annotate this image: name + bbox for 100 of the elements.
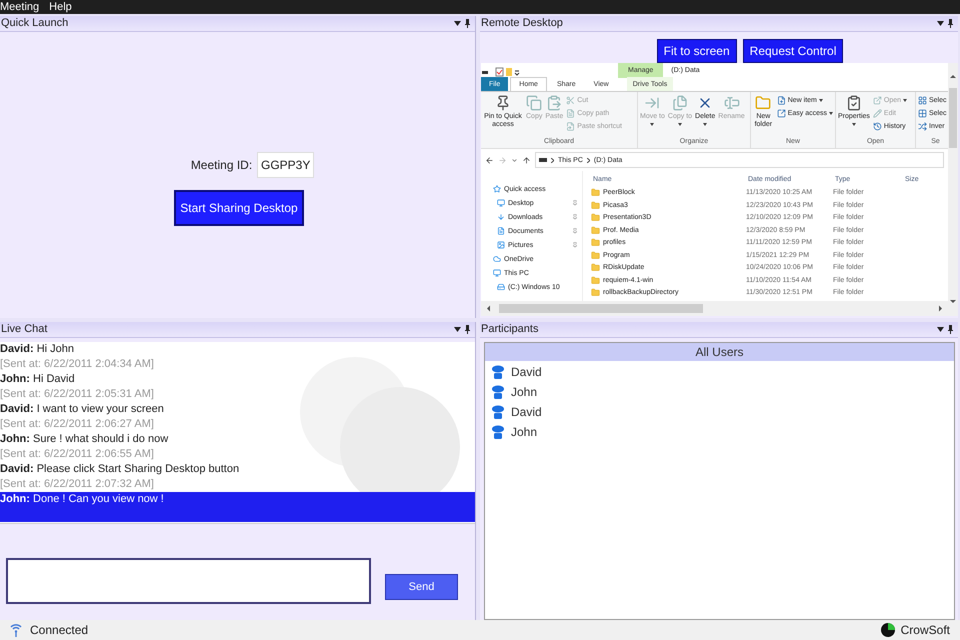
message-text: John: Sure ! what should i do now <box>0 432 168 447</box>
chat-message[interactable]: David: Hi John [Sent at: 6/22/2011 2:04:34 AM] <box>0 342 154 372</box>
folder-icon <box>591 200 600 210</box>
grid-icon <box>918 96 927 104</box>
folder-icon <box>591 238 600 247</box>
dropdown-arrow-icon[interactable] <box>937 327 944 332</box>
external-icon <box>776 108 786 118</box>
folder-icon <box>591 188 600 197</box>
back-icon[interactable] <box>485 156 494 164</box>
pin-icon[interactable] <box>948 325 953 334</box>
caret-icon <box>678 123 682 126</box>
pin-icon[interactable] <box>465 19 470 28</box>
chat-message[interactable]: David: Please click Start Sharing Desktop button [Sent at: 6/22/2011 2:07:32 AM] <box>0 462 240 492</box>
participant-name[interactable]: David <box>511 403 542 421</box>
chat-message[interactable]: John: Sure ! what should i do now [Sent at: 6/22/2011 2:06:55 AM] <box>0 432 168 462</box>
drive-icon <box>539 158 547 162</box>
history-icon <box>872 122 882 130</box>
document-icon <box>497 227 505 235</box>
caret-icon <box>703 123 708 126</box>
folder-icon <box>591 226 600 234</box>
caret-icon <box>903 98 908 102</box>
toolbar-button[interactable]: Request Control <box>742 39 844 63</box>
participant-name[interactable]: David <box>511 363 542 381</box>
caret-icon <box>818 98 823 102</box>
logo-icon <box>880 623 895 637</box>
message-timestamp: [Sent at: 6/22/2011 2:05:31 AM] <box>0 387 154 402</box>
cloud-icon <box>493 255 501 263</box>
participant-name[interactable]: John <box>511 383 538 401</box>
panel-title: Quick Launch <box>1 18 68 29</box>
chat-message[interactable]: David: I want to view your screen [Sent at: 6/22/2011 2:06:27 AM] <box>0 402 164 432</box>
wifi-icon <box>10 623 22 637</box>
menu-item[interactable]: Meeting <box>0 2 40 12</box>
meeting-id-label: Meeting ID: <box>190 157 252 174</box>
message-input[interactable] <box>6 558 371 604</box>
folder-icon <box>591 213 600 222</box>
chevron-icon <box>586 158 590 162</box>
clipboard-icon <box>546 95 562 111</box>
document-icon <box>566 108 576 118</box>
message-text: David: Please click Start Sharing Desktop button <box>0 462 240 477</box>
monitor-icon <box>493 269 501 277</box>
up-icon[interactable] <box>522 156 531 164</box>
user-icon <box>491 405 505 419</box>
message-text: David: Hi John <box>0 342 75 357</box>
pin-icon[interactable] <box>465 325 470 334</box>
send-button[interactable]: Send <box>385 574 458 600</box>
image-icon <box>497 241 505 249</box>
pin-icon[interactable] <box>948 19 953 28</box>
vertical-scrollbar[interactable] <box>948 63 958 316</box>
dropdown-arrow-icon[interactable] <box>937 21 944 26</box>
toolbar-button[interactable]: Fit to screen <box>656 39 737 63</box>
chat-message[interactable]: John: Done ! Can you view now ! <box>0 492 475 522</box>
move-icon <box>644 95 660 111</box>
user-icon <box>491 365 505 379</box>
open-icon <box>872 96 882 104</box>
grid-icon <box>918 108 927 118</box>
files-icon <box>672 95 688 111</box>
rename-icon <box>724 95 740 111</box>
folder-icon <box>755 95 772 111</box>
quick-access-toolbar-icon[interactable] <box>482 67 522 77</box>
connection-status: Connected <box>30 622 88 639</box>
user-icon <box>491 385 505 399</box>
clipboard-check-icon <box>846 95 862 111</box>
chevron-icon <box>551 158 554 162</box>
caret-icon <box>650 123 654 126</box>
list-header: All Users <box>485 343 954 361</box>
scissors-icon <box>566 96 576 104</box>
brand-name: CrowSoft <box>900 622 950 639</box>
new-file-icon <box>776 96 786 104</box>
pin-icon <box>495 95 511 111</box>
message-text: John: Hi David <box>0 372 76 387</box>
chat-message[interactable]: John: Hi David [Sent at: 6/22/2011 2:05:31 AM] <box>0 372 154 402</box>
user-icon <box>491 425 505 439</box>
folder-icon <box>591 263 600 272</box>
copy-icon <box>526 95 542 111</box>
menu-item[interactable]: Help <box>49 2 72 12</box>
horizontal-scrollbar[interactable] <box>481 301 948 316</box>
participant-name[interactable]: John <box>511 423 538 441</box>
shortcut-icon <box>566 122 576 130</box>
drive-icon <box>497 283 505 291</box>
message-timestamp: [Sent at: 6/22/2011 2:06:27 AM] <box>0 417 155 432</box>
panel-title: Live Chat <box>1 324 48 335</box>
monitor-icon <box>497 199 505 207</box>
start-sharing-button[interactable]: Start Sharing Desktop <box>174 190 304 226</box>
download-icon <box>497 213 505 221</box>
panel-title: Participants <box>481 324 538 335</box>
pencil-icon <box>872 108 882 118</box>
caret-icon[interactable] <box>511 156 518 164</box>
meeting-id-field[interactable]: GGPP3Y <box>257 152 314 178</box>
message-timestamp: [Sent at: 6/22/2011 2:07:32 AM] <box>0 477 155 492</box>
message-timestamp: [Sent at: 6/22/2011 2:04:34 AM] <box>0 357 154 372</box>
panel-title: Remote Desktop <box>481 18 563 29</box>
folder-icon <box>591 276 600 284</box>
folder-icon <box>591 288 600 297</box>
caret-icon <box>829 112 833 114</box>
message-timestamp: [Sent at: 6/22/2011 2:06:55 AM] <box>0 447 155 462</box>
folder-icon <box>591 250 600 260</box>
star-icon <box>493 185 501 193</box>
shuffle-icon <box>918 122 927 130</box>
dropdown-arrow-icon[interactable] <box>454 327 461 332</box>
dropdown-arrow-icon[interactable] <box>454 21 461 26</box>
